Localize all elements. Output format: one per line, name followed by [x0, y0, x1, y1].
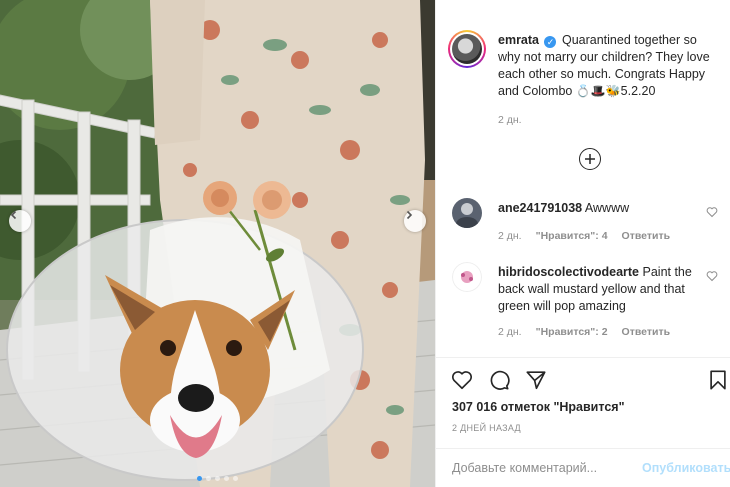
- heart-icon[interactable]: [451, 369, 473, 391]
- carousel-next-button[interactable]: [404, 210, 426, 232]
- comment-time[interactable]: 2 дн.: [498, 230, 522, 242]
- comment-input[interactable]: [452, 461, 632, 475]
- comment-time[interactable]: 2 дн.: [498, 326, 522, 338]
- comment-item: ane241791038 Awwww: [452, 198, 722, 228]
- caption-date: 5.2.20: [620, 84, 656, 98]
- comment-body: Awwww: [584, 201, 630, 215]
- add-comment-bar: Опубликовать: [436, 448, 730, 487]
- avatar-image: [452, 262, 482, 292]
- post-caption: emrata ✓ Quarantined together so why not…: [448, 30, 728, 100]
- caption-emoji: 💍🎩🐝: [575, 84, 621, 98]
- likes-count[interactable]: 307 016 отметок "Нравится": [452, 400, 625, 414]
- carousel-dot: [224, 476, 229, 481]
- posted-time[interactable]: 2 ДНЕЙ НАЗАД: [452, 423, 521, 433]
- chevron-right-icon: [406, 210, 413, 220]
- commenter-avatar[interactable]: [452, 262, 482, 292]
- comment-text: ane241791038 Awwww: [498, 200, 696, 228]
- commenter-username[interactable]: ane241791038: [498, 201, 582, 215]
- comment-likes-count[interactable]: "Нравится": 4: [536, 230, 608, 242]
- comment-bubble-icon[interactable]: [488, 369, 510, 391]
- reply-button[interactable]: Ответить: [622, 230, 671, 242]
- post-side-panel: emrata ✓ Quarantined together so why not…: [435, 0, 730, 487]
- publish-button[interactable]: Опубликовать: [642, 461, 730, 475]
- commenter-username[interactable]: hibridoscolectivodearte: [498, 265, 639, 279]
- caption-time[interactable]: 2 дн.: [498, 114, 522, 126]
- comment-like-heart-icon[interactable]: [706, 206, 718, 218]
- commenter-avatar[interactable]: [452, 198, 482, 228]
- reply-button[interactable]: Ответить: [622, 326, 671, 338]
- carousel-dot: [215, 476, 220, 481]
- plus-circle-icon: [585, 154, 595, 164]
- bookmark-icon[interactable]: [707, 369, 729, 391]
- carousel-indicator: [197, 476, 238, 481]
- carousel-dot: [233, 476, 238, 481]
- avatar-image: [452, 34, 482, 64]
- author-username[interactable]: emrata: [498, 33, 539, 47]
- comment-like-heart-icon[interactable]: [706, 270, 718, 282]
- post-photo[interactable]: [0, 0, 435, 487]
- carousel-dot: [197, 476, 202, 481]
- comment-meta: 2 дн. "Нравится": 4 Ответить: [498, 230, 670, 242]
- comment-meta: 2 дн. "Нравится": 2 Ответить: [498, 326, 670, 338]
- carousel-dot: [206, 476, 211, 481]
- comment-likes-count[interactable]: "Нравится": 2: [536, 326, 608, 338]
- avatar-image: [452, 198, 482, 228]
- comment-text: hibridoscolectivodearte Paint the back w…: [498, 264, 696, 315]
- carousel-prev-button[interactable]: [9, 210, 31, 232]
- load-more-comments-button[interactable]: [579, 148, 601, 170]
- comment-item: hibridoscolectivodearte Paint the back w…: [452, 262, 722, 315]
- verified-badge-icon: ✓: [544, 36, 557, 48]
- caption-text: emrata ✓ Quarantined together so why not…: [498, 32, 718, 100]
- post-image: [0, 0, 435, 487]
- actions-divider: [436, 357, 730, 358]
- chevron-left-icon: [10, 210, 17, 220]
- paper-plane-icon[interactable]: [525, 369, 547, 391]
- author-avatar[interactable]: [448, 30, 486, 68]
